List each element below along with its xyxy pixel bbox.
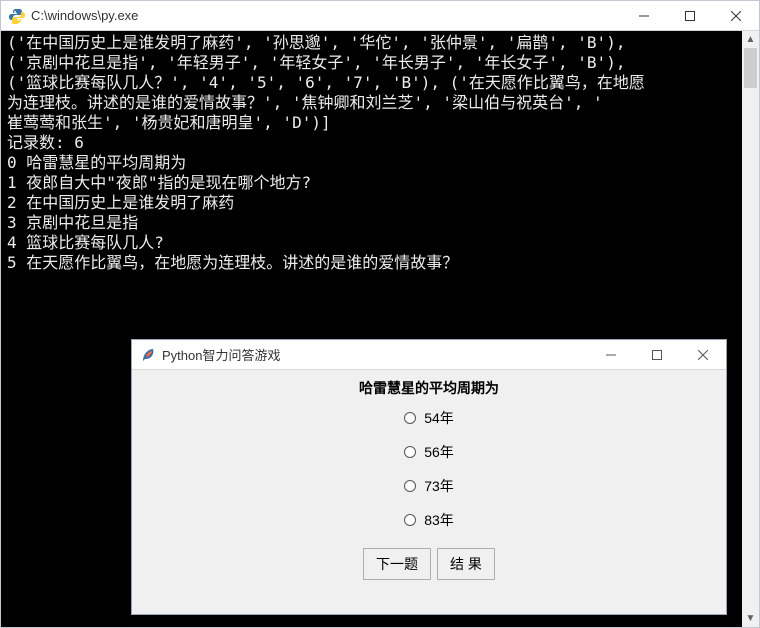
close-button[interactable]	[713, 1, 759, 30]
radio-icon	[404, 480, 416, 492]
minimize-button[interactable]	[621, 1, 667, 30]
quiz-dialog: Python智力问答游戏 哈雷慧星的平均周期为 54年	[131, 339, 727, 615]
tk-feather-icon	[140, 347, 156, 363]
console-title: C:\windows\py.exe	[31, 8, 621, 23]
option-d[interactable]: 83年	[404, 510, 454, 530]
result-button[interactable]: 结 果	[437, 548, 495, 580]
option-b[interactable]: 56年	[404, 442, 454, 462]
option-label: 73年	[424, 476, 454, 496]
console-titlebar[interactable]: C:\windows\py.exe	[1, 1, 759, 31]
console-window: C:\windows\py.exe ('在中国历史上是谁发明了麻药', '孙思邈…	[0, 0, 760, 628]
option-c[interactable]: 73年	[404, 476, 454, 496]
options-group: 54年 56年 73年 83年	[404, 408, 454, 530]
dialog-minimize-button[interactable]	[588, 340, 634, 369]
button-row: 下一题 结 果	[363, 548, 495, 580]
option-label: 83年	[424, 510, 454, 530]
scroll-up-arrow[interactable]: ▲	[742, 31, 759, 48]
console-output: ('在中国历史上是谁发明了麻药', '孙思邈', '华佗', '张仲景', '扁…	[1, 31, 739, 275]
question-label: 哈雷慧星的平均周期为	[359, 378, 499, 398]
dialog-window-controls	[588, 340, 726, 369]
option-label: 54年	[424, 408, 454, 428]
scroll-down-arrow[interactable]: ▼	[742, 610, 759, 627]
dialog-client: 哈雷慧星的平均周期为 54年 56年 73年 83年	[132, 370, 726, 614]
radio-icon	[404, 412, 416, 424]
option-a[interactable]: 54年	[404, 408, 454, 428]
radio-icon	[404, 446, 416, 458]
dialog-title: Python智力问答游戏	[162, 345, 588, 364]
next-button[interactable]: 下一题	[363, 548, 431, 580]
dialog-titlebar[interactable]: Python智力问答游戏	[132, 340, 726, 370]
dialog-maximize-button[interactable]	[634, 340, 680, 369]
window-controls	[621, 1, 759, 30]
python-icon	[9, 8, 25, 24]
maximize-button[interactable]	[667, 1, 713, 30]
radio-icon	[404, 514, 416, 526]
option-label: 56年	[424, 442, 454, 462]
scroll-thumb[interactable]	[744, 48, 757, 88]
dialog-close-button[interactable]	[680, 340, 726, 369]
vertical-scrollbar[interactable]: ▲ ▼	[742, 31, 759, 627]
